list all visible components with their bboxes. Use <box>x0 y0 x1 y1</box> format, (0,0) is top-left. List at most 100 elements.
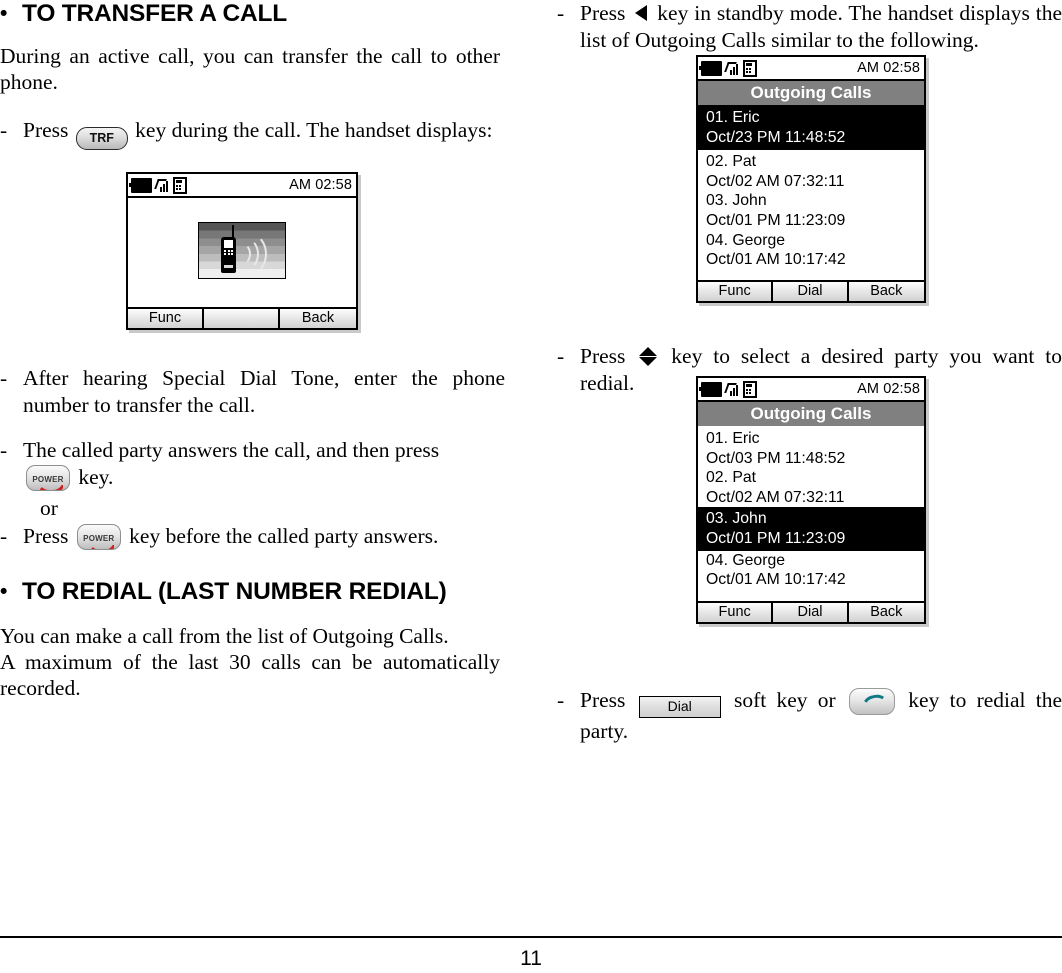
step-text-before: Press <box>23 118 69 142</box>
bullet-glyph: • <box>0 580 8 603</box>
list-dash: - <box>0 118 8 142</box>
call-list: 01. Eric Oct/03 PM 11:48:52 02. Pat Oct/… <box>698 426 924 590</box>
list-item-timestamp[interactable]: Oct/01 AM 10:17:42 <box>698 250 924 270</box>
softkey-func[interactable]: Func <box>698 282 774 301</box>
dial-softkey-icon[interactable]: Dial <box>638 696 721 718</box>
lcd-status-bar: AM 02:58 <box>128 174 356 198</box>
lcd-title-bar: Outgoing Calls <box>698 81 924 105</box>
list-item-timestamp[interactable]: Oct/03 PM 11:48:52 <box>698 448 924 469</box>
list-item[interactable]: 03. John <box>698 507 924 529</box>
section-heading-transfer: • TO TRANSFER A CALL <box>0 0 505 29</box>
step-text-before: The called party answers the call, and t… <box>23 438 440 462</box>
call-list: 01. Eric Oct/23 PM 11:48:52 02. Pat Oct/… <box>698 105 924 270</box>
list-dash: - <box>557 344 565 368</box>
list-item-timestamp[interactable]: Oct/02 AM 07:32:11 <box>698 487 924 508</box>
list-item[interactable]: 03. John <box>698 191 924 211</box>
end-call-handset-icon <box>36 478 66 490</box>
step-text-mid: soft key or <box>733 688 836 712</box>
power-key-icon[interactable]: POWER <box>76 524 121 550</box>
softkey-middle-empty[interactable] <box>204 309 280 328</box>
list-item[interactable]: 01. Eric <box>698 426 924 449</box>
step-or-separator: or <box>0 495 505 522</box>
list-dash: - <box>0 524 8 548</box>
signal-bars-icon <box>724 382 740 396</box>
list-item[interactable]: 02. Pat <box>698 468 924 488</box>
battery-icon <box>129 177 152 193</box>
list-dash: - <box>0 366 8 390</box>
softkey-dial[interactable]: Dial <box>773 282 849 301</box>
handset-base-icon <box>743 59 757 77</box>
step-press-trf: - Press TRF key during the call. The han… <box>0 117 505 150</box>
list-item-timestamp[interactable]: Oct/02 AM 07:32:11 <box>698 171 924 192</box>
list-item[interactable]: 01. Eric <box>698 105 924 128</box>
signal-bar-group <box>730 384 738 396</box>
right-column: - Press key in standby mode. The handset… <box>557 0 1062 745</box>
list-dash: - <box>0 438 8 462</box>
softkey-func[interactable]: Func <box>698 603 774 622</box>
step-text-after: key in standby mode. The handset display… <box>580 1 1062 52</box>
handset-keypad-icon <box>224 249 233 258</box>
lcd-softkey-bar: Func Dial Back <box>698 601 924 622</box>
status-icon-group <box>129 176 187 194</box>
softkey-back[interactable]: Back <box>280 309 356 328</box>
lcd-screen-transfer: AM 02:58 Func Back <box>126 172 358 330</box>
softkey-back[interactable]: Back <box>848 282 924 301</box>
lcd-softkey-bar: Func Dial Back <box>698 280 924 301</box>
lcd-content-area <box>128 198 356 302</box>
softkey-back[interactable]: Back <box>848 603 924 622</box>
step-press-dial-softkey: - Press Dial soft key or key to redial t… <box>557 687 1062 745</box>
battery-icon <box>699 381 722 397</box>
step-text-after: key. <box>78 464 114 489</box>
list-item[interactable]: 04. George <box>698 550 924 571</box>
status-icon-group <box>699 59 757 77</box>
step-press-power-before-answer: - Press POWER key before the called part… <box>0 523 505 550</box>
step-text: After hearing Special Dial Tone, enter t… <box>23 366 505 417</box>
power-key-icon[interactable]: POWER <box>26 464 70 491</box>
softkey-func[interactable]: Func <box>128 309 204 328</box>
handset-base-icon <box>173 176 187 194</box>
list-item-timestamp[interactable]: Oct/23 PM 11:48:52 <box>698 127 924 151</box>
handset-display-icon <box>224 239 233 248</box>
lcd-status-bar: AM 02:58 <box>698 378 924 402</box>
up-down-arrow-key-icon[interactable] <box>639 347 658 366</box>
list-item-timestamp[interactable]: Oct/01 PM 11:23:09 <box>698 210 924 231</box>
step-called-party-answers: - The called party answers the call, and… <box>0 437 505 491</box>
step-text-before: Press <box>23 524 69 548</box>
trf-key-icon[interactable]: TRF <box>75 127 128 150</box>
lcd-clock: AM 02:58 <box>857 60 920 76</box>
footer-divider <box>0 935 1062 938</box>
transfer-intro-paragraph: During an active call, you can transfer … <box>0 44 500 94</box>
left-arrow-key-icon[interactable] <box>635 5 648 21</box>
talk-handset-icon <box>859 692 891 714</box>
step-after-dial-tone: - After hearing Special Dial Tone, enter… <box>0 365 505 418</box>
lcd-title-bar: Outgoing Calls <box>698 402 924 426</box>
lcd-clock: AM 02:58 <box>857 381 920 397</box>
or-text: or <box>40 495 58 520</box>
page-number: 11 <box>520 947 542 970</box>
redial-paragraph-1: You can make a call from the list of Out… <box>0 624 449 648</box>
list-item[interactable]: 04. George <box>698 230 924 251</box>
step-text-after: key before the called party answers. <box>129 524 439 548</box>
list-dash: - <box>557 1 565 25</box>
signal-bar-group <box>730 63 738 75</box>
step-press-left-arrow: - Press key in standby mode. The handset… <box>557 0 1062 53</box>
step-text-after: key during the call. The handset display… <box>135 118 493 142</box>
section-heading-redial: • TO REDIAL (LAST NUMBER REDIAL) <box>0 576 505 607</box>
signal-bars-icon <box>724 61 740 75</box>
signal-bar-group <box>160 180 168 192</box>
bullet-glyph: • <box>0 2 8 25</box>
list-item[interactable]: 02. Pat <box>698 150 924 172</box>
lcd-status-bar: AM 02:58 <box>698 57 924 81</box>
talk-key-icon[interactable] <box>849 688 895 715</box>
end-call-handset-icon <box>87 538 117 550</box>
lcd-screen-outgoing-2: AM 02:58 Outgoing Calls 01. Eric Oct/03 … <box>696 376 926 624</box>
section-heading-text: TO TRANSFER A CALL <box>22 0 287 27</box>
softkey-dial[interactable]: Dial <box>773 603 849 622</box>
list-item-timestamp[interactable]: Oct/01 AM 10:17:42 <box>698 570 924 590</box>
lcd-screen-outgoing-1: AM 02:58 Outgoing Calls 01. Eric Oct/23 … <box>696 55 926 303</box>
handset-mouthpiece-icon <box>224 264 233 268</box>
manual-page: • TO TRANSFER A CALL During an active ca… <box>0 0 1062 973</box>
section-heading-text: TO REDIAL (LAST NUMBER REDIAL) <box>22 578 447 605</box>
step-text-before: Press <box>580 1 626 25</box>
list-item-timestamp[interactable]: Oct/01 PM 11:23:09 <box>698 528 924 551</box>
